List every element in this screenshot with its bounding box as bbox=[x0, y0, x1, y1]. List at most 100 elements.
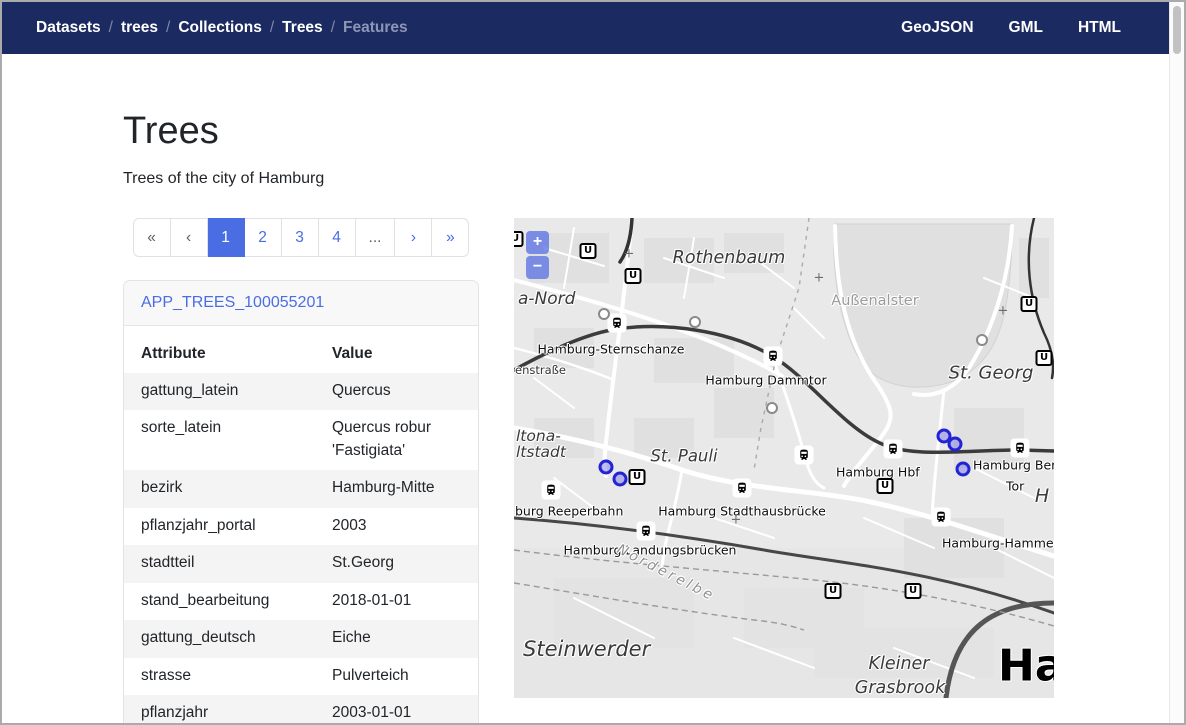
map-label: a-Nord bbox=[518, 289, 575, 309]
table-row: gattung_deutschEiche bbox=[124, 620, 478, 657]
table-row: bezirkHamburg-Mitte bbox=[124, 470, 478, 507]
table-row: pflanzjahr2003-01-01 bbox=[124, 695, 478, 725]
feature-marker[interactable] bbox=[948, 436, 963, 451]
pagination: «‹1234...›» bbox=[133, 218, 470, 257]
main-content: Trees Trees of the city of Hamburg «‹123… bbox=[2, 54, 1169, 725]
breadcrumb-item-trees[interactable]: Trees bbox=[282, 19, 323, 37]
format-link-html[interactable]: HTML bbox=[1078, 19, 1121, 37]
poi-circle-icon bbox=[598, 308, 610, 320]
breadcrumb-item-trees[interactable]: trees bbox=[121, 19, 158, 37]
map-label: H bbox=[1035, 485, 1049, 507]
train-station-icon bbox=[1011, 438, 1030, 457]
train-station-icon bbox=[608, 313, 627, 332]
value-cell: Eiche bbox=[315, 620, 478, 657]
table-row: gattung_lateinQuercus bbox=[124, 373, 478, 410]
pagination-item[interactable]: 1 bbox=[208, 218, 245, 257]
breadcrumb: Datasets / trees / Collections / Trees / Feature… bbox=[36, 19, 408, 37]
attribute-table: Attribute Value gattung_lateinQuercussor… bbox=[124, 335, 478, 725]
breadcrumb-separator: / bbox=[166, 19, 170, 37]
map-label: Außenalster bbox=[831, 293, 918, 309]
format-link-geojson[interactable]: GeoJSON bbox=[901, 19, 973, 37]
map-label: Hamburg-Sternschanze bbox=[538, 341, 685, 356]
map-label: Hamburg Landungsbrücken bbox=[564, 542, 737, 557]
ubahn-station-icon: U bbox=[1021, 296, 1038, 312]
map-label: Ha bbox=[998, 640, 1054, 691]
pagination-item[interactable]: 4 bbox=[319, 218, 356, 257]
map-label: burg Reeperbahn bbox=[515, 503, 623, 518]
poi-cross-icon: + bbox=[998, 303, 1009, 318]
breadcrumb-item-collections[interactable]: Collections bbox=[178, 19, 262, 37]
feature-card: APP_TREES_100055201 Attribute Value bbox=[123, 280, 479, 725]
attribute-cell: gattung_latein bbox=[124, 373, 315, 410]
value-cell: Pulverteich bbox=[315, 658, 478, 695]
map-label: Tor bbox=[1006, 478, 1024, 493]
page-scrollbar[interactable] bbox=[1169, 2, 1184, 723]
poi-cross-icon: + bbox=[624, 246, 635, 261]
ubahn-station-icon: U bbox=[1036, 350, 1053, 366]
format-link-gml[interactable]: GML bbox=[1009, 19, 1043, 37]
value-cell: Quercus robur 'Fastigiata' bbox=[315, 410, 478, 470]
attribute-cell: stadtteil bbox=[124, 545, 315, 582]
map-label: Hamburg Stadthausbrücke bbox=[658, 503, 826, 518]
table-row: sorte_lateinQuercus robur 'Fastigiata' bbox=[124, 410, 478, 470]
attribute-cell: gattung_deutsch bbox=[124, 620, 315, 657]
breadcrumb-item-features: Features bbox=[343, 19, 408, 37]
map[interactable]: + − RothenbaumAußenalstera-NordHamburg-S… bbox=[514, 218, 1054, 698]
value-cell: Quercus bbox=[315, 373, 478, 410]
column-header-value: Value bbox=[315, 335, 478, 373]
attribute-cell: pflanzjahr_portal bbox=[124, 508, 315, 545]
map-label: Grasbrook bbox=[855, 678, 945, 698]
train-station-icon bbox=[542, 480, 561, 499]
train-station-icon bbox=[733, 478, 752, 497]
feature-id-link[interactable]: APP_TREES_100055201 bbox=[141, 294, 324, 311]
train-station-icon bbox=[932, 507, 951, 526]
ubahn-station-icon: U bbox=[905, 583, 922, 599]
scrollbar-thumb[interactable] bbox=[1173, 6, 1181, 54]
table-row: strassePulverteich bbox=[124, 658, 478, 695]
poi-circle-icon bbox=[689, 316, 701, 328]
pagination-item[interactable]: 2 bbox=[245, 218, 282, 257]
page-title: Trees bbox=[123, 109, 1169, 155]
breadcrumb-separator: / bbox=[331, 19, 335, 37]
train-station-icon bbox=[637, 521, 656, 540]
pagination-item[interactable]: › bbox=[395, 218, 432, 257]
poi-circle-icon bbox=[766, 402, 778, 414]
feature-marker[interactable] bbox=[613, 471, 628, 486]
attribute-cell: pflanzjahr bbox=[124, 695, 315, 725]
train-station-icon bbox=[764, 346, 783, 365]
map-label: enstraße bbox=[515, 363, 566, 377]
ubahn-station-icon: U bbox=[825, 583, 842, 599]
feature-marker[interactable] bbox=[599, 459, 614, 474]
value-cell: 2018-01-01 bbox=[315, 583, 478, 620]
map-label: St. Pauli bbox=[650, 446, 717, 465]
browser-page: Datasets / trees / Collections / Trees / Feature… bbox=[0, 0, 1186, 725]
pagination-item: « bbox=[133, 218, 171, 257]
map-label: Hamburg Berlin bbox=[973, 457, 1054, 472]
table-row: stand_bearbeitung2018-01-01 bbox=[124, 583, 478, 620]
column-header-attribute: Attribute bbox=[124, 335, 315, 373]
navbar: Datasets / trees / Collections / Trees / Feature… bbox=[2, 2, 1169, 54]
map-label: Hamburg-Hammerb bbox=[942, 535, 1054, 550]
breadcrumb-separator: / bbox=[270, 19, 274, 37]
breadcrumb-separator: / bbox=[109, 19, 113, 37]
train-station-icon bbox=[884, 439, 903, 458]
value-cell: St.Georg bbox=[315, 545, 478, 582]
page-subtitle: Trees of the city of Hamburg bbox=[123, 170, 1169, 188]
value-cell: 2003-01-01 bbox=[315, 695, 478, 725]
map-label: Kleiner bbox=[868, 654, 929, 674]
breadcrumb-item-datasets[interactable]: Datasets bbox=[36, 19, 101, 37]
poi-circle-icon bbox=[976, 334, 988, 346]
feature-card-header: APP_TREES_100055201 bbox=[124, 281, 478, 326]
zoom-out-button[interactable]: − bbox=[526, 256, 549, 279]
pagination-item[interactable]: » bbox=[432, 218, 469, 257]
pagination-item[interactable]: 3 bbox=[282, 218, 319, 257]
table-row: pflanzjahr_portal2003 bbox=[124, 508, 478, 545]
ubahn-station-icon: U bbox=[514, 231, 524, 247]
pagination-item: ... bbox=[356, 218, 396, 257]
attribute-cell: sorte_latein bbox=[124, 410, 315, 470]
zoom-in-button[interactable]: + bbox=[526, 231, 549, 254]
train-station-icon bbox=[795, 445, 814, 464]
map-label: Hamburg Dammtor bbox=[705, 372, 826, 387]
feature-marker[interactable] bbox=[956, 461, 971, 476]
pagination-item: ‹ bbox=[171, 218, 208, 257]
